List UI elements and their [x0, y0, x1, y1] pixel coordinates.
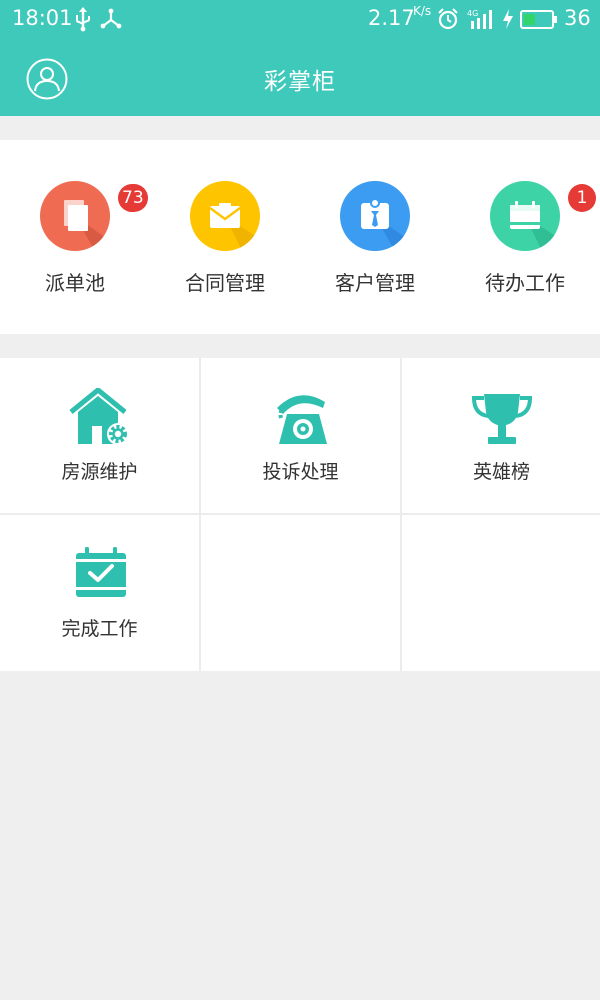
- quick-action-customers[interactable]: 客户管理: [300, 140, 450, 334]
- battery-level: 36: [564, 6, 591, 30]
- network-speed-unit: K/s: [413, 4, 432, 18]
- grid-item-complaints[interactable]: 投诉处理: [201, 358, 400, 514]
- grid-item-label: 房源维护: [61, 461, 138, 483]
- house-gear-icon: [69, 388, 129, 445]
- quick-actions-panel: 73 派单池 合同管理 客户管理 1 待办工作: [0, 140, 600, 334]
- quick-action-label: 合同管理: [185, 271, 265, 295]
- quick-action-contracts[interactable]: 合同管理: [150, 140, 300, 334]
- quick-action-todo[interactable]: 1 待办工作: [450, 140, 600, 334]
- quick-action-label: 派单池: [45, 271, 105, 295]
- grid-item-label: 投诉处理: [262, 461, 339, 483]
- grid-item-property-maintenance[interactable]: 房源维护: [0, 358, 199, 514]
- signal-icon: 4G: [467, 9, 492, 29]
- grid-divider: [0, 513, 600, 515]
- calendar-icon: [490, 181, 560, 251]
- telephone-icon: [277, 395, 327, 444]
- alarm-icon: [438, 8, 458, 30]
- notification-badge: 73: [118, 184, 148, 212]
- grid-item-completed-work[interactable]: 完成工作: [0, 515, 199, 671]
- copy-icon: [40, 181, 110, 251]
- person-tie-icon: [340, 181, 410, 251]
- trophy-icon: [471, 394, 533, 444]
- app-header: 18:01 2.17 K/s 4G 36 彩掌柜: [0, 0, 600, 116]
- usb-icon: [76, 7, 90, 32]
- network-speed: 2.17: [368, 6, 415, 30]
- page-title: 彩掌柜: [264, 69, 336, 95]
- grid-item-leaderboard[interactable]: 英雄榜: [402, 358, 600, 514]
- grid-item-label: 英雄榜: [472, 461, 530, 483]
- svg-text:4G: 4G: [467, 9, 478, 18]
- quick-action-label: 客户管理: [335, 271, 415, 295]
- hotspot-icon: [100, 8, 122, 29]
- status-time: 18:01: [12, 6, 73, 30]
- calendar-check-icon: [76, 547, 126, 597]
- envelope-icon: [190, 181, 260, 251]
- grid-item-label: 完成工作: [61, 618, 138, 640]
- status-bar: 18:01 2.17 K/s 4G 36: [0, 0, 600, 40]
- quick-action-dispatch-pool[interactable]: 73 派单池: [0, 140, 150, 334]
- battery-icon: [520, 10, 557, 29]
- function-grid: 房源维护 投诉处理 英雄榜 完成工作: [0, 358, 600, 671]
- charging-icon: [503, 9, 513, 29]
- quick-action-label: 待办工作: [485, 271, 565, 295]
- notification-badge: 1: [568, 184, 596, 212]
